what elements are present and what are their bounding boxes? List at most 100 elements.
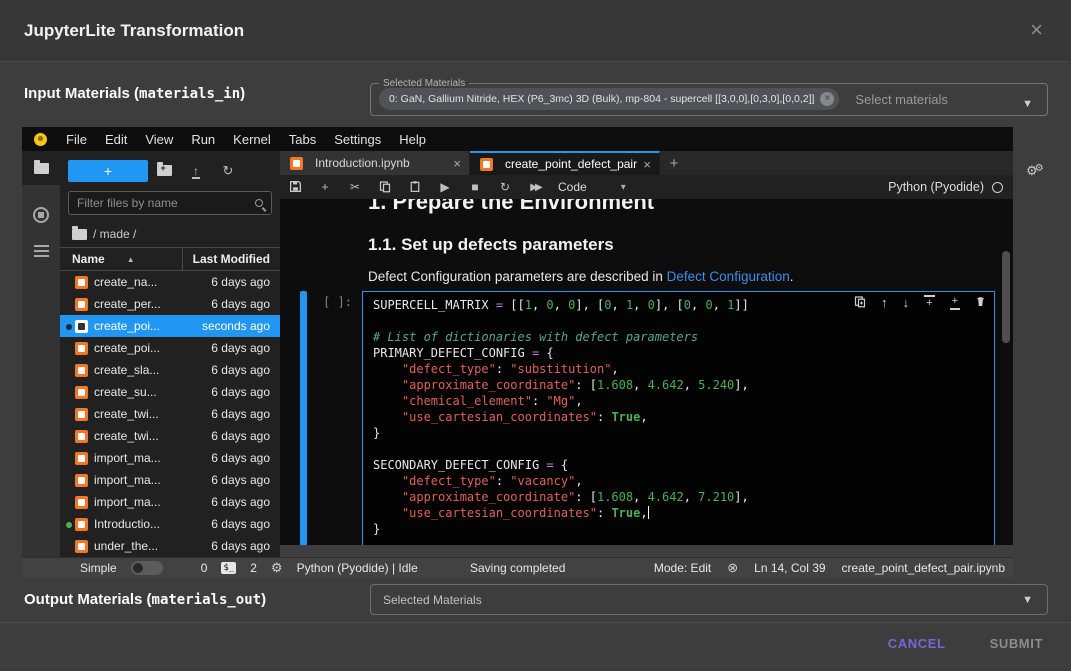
insert-cell-below-icon[interactable]: +	[950, 295, 960, 310]
file-name: import_ma...	[94, 473, 211, 487]
move-cell-up-icon[interactable]: ↑	[881, 296, 888, 309]
upload-icon[interactable]: ↑	[180, 163, 212, 179]
tab-introduction[interactable]: Introduction.ipynb ×	[280, 151, 470, 175]
code-lines[interactable]: SUPERCELL_MATRIX = [[1, 0, 0], [0, 1, 0]…	[373, 297, 986, 537]
menu-item-settings[interactable]: Settings	[325, 132, 390, 147]
file-row[interactable]: create_per...6 days ago	[60, 293, 280, 315]
code-cell[interactable]: SUPERCELL_MATRIX = [[1, 0, 0], [0, 1, 0]…	[362, 291, 995, 545]
file-name: import_ma...	[94, 495, 211, 509]
save-icon[interactable]	[280, 180, 310, 194]
simple-mode-toggle[interactable]	[131, 561, 163, 575]
submit-button[interactable]: SUBMIT	[990, 636, 1043, 651]
kernel-name[interactable]: Python (Pyodide)	[888, 180, 984, 194]
material-chip-label: 0: GaN, Gallium Nitride, HEX (P6_3mc) 3D…	[389, 93, 814, 105]
settings-gears-icon[interactable]: ⚙⚙	[1026, 162, 1052, 180]
file-row[interactable]: import_ma...6 days ago	[60, 491, 280, 513]
cancel-button[interactable]: CANCEL	[888, 636, 946, 651]
selected-dot-icon	[64, 319, 73, 333]
menu-item-file[interactable]: File	[57, 132, 96, 147]
chevron-down-icon[interactable]: ▾	[621, 182, 626, 193]
terminal-icon[interactable]: $_	[221, 562, 236, 574]
delete-cell-icon[interactable]	[975, 295, 986, 310]
file-name: create_su...	[94, 385, 211, 399]
breadcrumb[interactable]: / made /	[60, 221, 280, 247]
chip-remove-icon[interactable]: ×	[820, 92, 834, 106]
running-sessions-icon[interactable]	[33, 207, 49, 223]
filter-files-input[interactable]: Filter files by name	[68, 191, 272, 215]
kernel-status-text[interactable]: Python (Pyodide) | Idle	[297, 561, 418, 575]
cell-collapser[interactable]	[300, 291, 307, 545]
file-list: create_na...6 days agocreate_per...6 day…	[60, 271, 280, 557]
refresh-icon[interactable]: ↻	[212, 163, 244, 179]
file-modified: 6 days ago	[211, 363, 280, 377]
insert-cell-above-icon[interactable]: +	[924, 295, 934, 310]
table-of-contents-icon[interactable]	[34, 245, 49, 257]
kernel-idle-status-icon	[992, 182, 1003, 193]
menu-item-edit[interactable]: Edit	[96, 132, 136, 147]
tab-close-icon[interactable]: ×	[643, 157, 651, 172]
stop-icon[interactable]: ■	[460, 180, 490, 194]
file-row[interactable]: create_poi...seconds ago	[60, 315, 280, 337]
notebook-content: 1. Prepare the Environment 1.1. Set up d…	[280, 199, 1013, 545]
file-name: Introductio...	[94, 517, 211, 531]
kernel-sessions-icon[interactable]: ⚙	[271, 560, 283, 576]
cut-icon[interactable]: ✂	[340, 180, 370, 194]
file-row[interactable]: create_twi...6 days ago	[60, 425, 280, 447]
new-launcher-button[interactable]: +	[68, 160, 148, 182]
file-row[interactable]: Introductio...6 days ago	[60, 513, 280, 535]
file-row[interactable]: create_twi...6 days ago	[60, 403, 280, 425]
cursor-position[interactable]: Ln 14, Col 39	[754, 561, 825, 575]
kernel-count[interactable]: 2	[250, 561, 257, 575]
file-name: create_twi...	[94, 429, 211, 443]
cell-prompt: [ ]:	[307, 291, 362, 545]
restart-kernel-icon[interactable]: ↻	[490, 180, 520, 194]
jupyterlite-logo-icon	[34, 133, 47, 146]
menu-item-help[interactable]: Help	[390, 132, 435, 147]
search-icon	[255, 199, 263, 207]
chevron-down-icon[interactable]: ▼	[1022, 98, 1033, 110]
new-folder-icon[interactable]: +	[148, 164, 180, 179]
copy-icon[interactable]	[370, 180, 400, 194]
tab-close-icon[interactable]: ×	[453, 156, 461, 171]
trust-status-icon[interactable]: ⊗	[727, 560, 738, 576]
menu-item-tabs[interactable]: Tabs	[280, 132, 325, 147]
input-materials-select[interactable]: Selected Materials 0: GaN, Gallium Nitri…	[370, 78, 1048, 116]
file-row[interactable]: create_na...6 days ago	[60, 271, 280, 293]
file-row[interactable]: create_sla...6 days ago	[60, 359, 280, 381]
file-row[interactable]: import_ma...6 days ago	[60, 447, 280, 469]
activity-bar	[22, 151, 60, 557]
menu-item-kernel[interactable]: Kernel	[224, 132, 280, 147]
close-icon[interactable]: ×	[1030, 19, 1043, 41]
menu-item-run[interactable]: Run	[182, 132, 224, 147]
file-modified: 6 days ago	[211, 473, 280, 487]
notebook-file-icon	[75, 452, 88, 465]
move-cell-down-icon[interactable]: ↓	[903, 296, 910, 309]
material-chip: 0: GaN, Gallium Nitride, HEX (P6_3mc) 3D…	[379, 88, 839, 110]
file-browser-tab[interactable]	[22, 151, 60, 185]
add-cell-icon[interactable]: +	[310, 180, 340, 194]
file-row[interactable]: create_poi...6 days ago	[60, 337, 280, 359]
restart-and-run-all-icon[interactable]: ▶▶	[520, 182, 550, 193]
file-row[interactable]: under_the...6 days ago	[60, 535, 280, 557]
defect-configuration-link[interactable]: Defect Configuration	[667, 269, 790, 284]
select-materials-placeholder: Select materials	[855, 92, 947, 107]
new-tab-button[interactable]: +	[660, 151, 688, 175]
column-last-modified[interactable]: Last Modified	[182, 248, 280, 270]
cell-type-dropdown[interactable]: Code	[558, 180, 587, 194]
column-name[interactable]: Name	[60, 252, 105, 266]
tab-create-point-defect-pair[interactable]: create_point_defect_pair.ip ×	[470, 151, 660, 175]
terminal-count[interactable]: 0	[201, 561, 208, 575]
vertical-scrollbar-thumb[interactable]	[1002, 251, 1010, 343]
output-select-value: Selected Materials	[383, 593, 482, 607]
file-row[interactable]: import_ma...6 days ago	[60, 469, 280, 491]
menu-item-view[interactable]: View	[136, 132, 182, 147]
notebook-file-icon	[75, 408, 88, 421]
cell-toolbar: ↑ ↓ + +	[854, 295, 986, 310]
file-row[interactable]: create_su...6 days ago	[60, 381, 280, 403]
file-name: create_twi...	[94, 407, 211, 421]
run-icon[interactable]: ▶	[430, 180, 460, 194]
chevron-down-icon[interactable]: ▼	[1022, 594, 1033, 606]
output-materials-select[interactable]: Selected Materials ▼	[370, 584, 1048, 615]
duplicate-cell-icon[interactable]	[854, 295, 866, 310]
paste-icon[interactable]	[400, 180, 430, 194]
